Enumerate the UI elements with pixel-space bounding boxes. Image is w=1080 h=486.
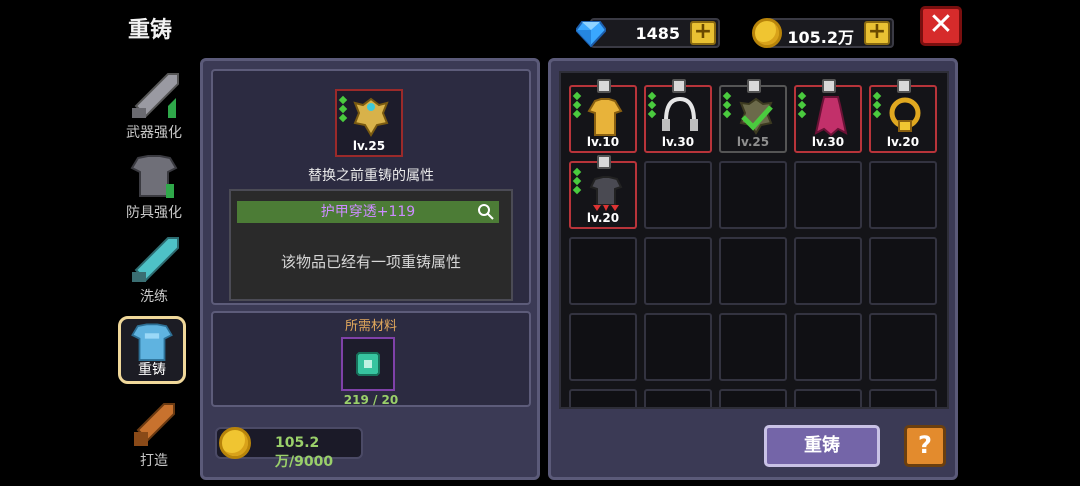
empty-slot[interactable] [569,313,637,381]
item-level: lv.20 [886,135,920,149]
reforge-detail-panel: lv.25 替换之前重铸的属性 护甲穿透+119 该物品已经有一项重铸属性 所需… [200,58,540,480]
add-gems-button[interactable]: + [690,21,716,45]
inventory-slot[interactable]: lv.10 [569,79,637,153]
nav-label-weapon-upgrade: 武器强化 [126,125,182,141]
rarity-pips [722,91,732,120]
rarity-pips [647,91,657,120]
item-level: lv.30 [661,135,695,149]
inventory-slot[interactable]: lv.30 [794,79,862,153]
empty-slot[interactable] [569,389,637,407]
item-level: lv.30 [811,135,845,149]
inventory-panel: lv.10 lv.30 lv.25 lv.30 lv.20 lv.20 [548,58,958,480]
gold-value: 105.2万 [787,28,854,47]
page-title: 重铸 [128,18,173,43]
empty-slot[interactable] [869,313,937,381]
lock-icon[interactable] [597,155,611,169]
existing-attr-notice: 该物品已经有一项重铸属性 [280,253,461,271]
empty-slot[interactable] [794,161,862,229]
sword-upgrade-icon [132,73,179,118]
empty-slot[interactable] [719,389,787,407]
nav-label-refine: 洗练 [140,289,168,305]
inventory-grid[interactable]: lv.10 lv.30 lv.25 lv.30 lv.20 lv.20 [559,71,949,409]
forge-icon [134,403,175,446]
nav-item-armor-upgrade[interactable]: 防具强化 [116,148,192,224]
empty-slot[interactable] [719,313,787,381]
spiked-armor-icon [589,176,623,211]
gold-coin-icon [752,18,782,48]
materials-title: 所需材料 [344,319,397,334]
gem-value: 1485 [635,24,680,43]
nav-item-forge[interactable]: 打造 [116,396,192,472]
empty-slot[interactable] [719,161,787,229]
empty-slot[interactable] [644,313,712,381]
replace-attr-heading: 替换之前重铸的属性 [308,168,434,184]
nav-label-reforge: 重铸 [138,362,166,378]
item-level: lv.10 [586,135,620,149]
rarity-pips [572,167,582,196]
empty-slot[interactable] [644,237,712,305]
nav-item-weapon-upgrade[interactable]: 武器强化 [116,68,192,144]
rarity-pips [338,95,348,124]
diamond-icon [576,21,606,48]
empty-slot[interactable] [869,237,937,305]
reforge-stone-icon [356,352,380,376]
empty-slot[interactable] [569,237,637,305]
reforge-attribute: 护甲穿透+119 [237,201,499,223]
materials-section: 所需材料 219 / 20 [211,311,531,407]
empty-slot[interactable] [794,313,862,381]
headphones-icon [662,96,698,131]
help-button[interactable]: ? [904,425,946,467]
empty-slot[interactable] [644,161,712,229]
inventory-slot[interactable]: lv.30 [644,79,712,153]
nav-item-refine[interactable]: 洗练 [116,232,192,308]
empty-slot[interactable] [644,389,712,407]
add-gold-button[interactable]: + [864,21,890,45]
armor-upgrade-icon [130,155,178,198]
rarity-pips [572,91,582,120]
item-level: lv.25 [736,135,770,149]
selected-checkmark-icon [739,97,773,135]
gem-counter: 1485 + [576,16,720,50]
empty-slot[interactable] [869,389,937,407]
material-count: 219 / 20 [343,393,399,407]
lock-icon[interactable] [597,79,611,93]
lock-icon[interactable] [672,79,686,93]
rarity-pips [797,91,807,120]
nav-item-reforge[interactable]: 重铸 [118,316,186,384]
lock-icon[interactable] [747,79,761,93]
close-button[interactable]: ✕ [920,6,962,46]
item-level: lv.20 [586,211,620,225]
selected-item-level: lv.25 [352,139,386,153]
empty-slot[interactable] [794,389,862,407]
gold-ring-icon [889,97,921,132]
gold-coin-icon [219,427,251,459]
dragon-helmet-icon [353,97,389,137]
material-slot[interactable] [341,337,395,391]
nav-label-forge: 打造 [140,453,168,469]
lock-icon[interactable] [822,79,836,93]
yellow-robe-icon [587,98,623,136]
gold-counter: 105.2万 + [750,16,894,50]
reforge-attribute-text: 护甲穿透+119 [320,204,416,220]
empty-slot[interactable] [719,237,787,305]
selected-item-slot[interactable]: lv.25 [335,89,403,157]
red-cape-icon [814,96,848,137]
attribute-box: 护甲穿透+119 该物品已经有一项重铸属性 [229,189,513,301]
inventory-slot[interactable]: lv.20 [569,155,637,229]
rarity-pips [872,91,882,120]
magnifier-icon[interactable] [477,203,495,221]
reforge-cost: 105.2万/9000 [215,427,363,470]
empty-slot[interactable] [794,237,862,305]
reforge-button[interactable]: 重铸 [764,425,880,467]
lock-icon[interactable] [897,79,911,93]
empty-slot[interactable] [869,161,937,229]
selected-item-section: lv.25 替换之前重铸的属性 护甲穿透+119 该物品已经有一项重铸属性 [211,69,531,305]
refine-icon [132,237,179,282]
inventory-slot-selected[interactable]: lv.25 [719,79,787,153]
nav-label-armor-upgrade: 防具强化 [126,205,182,221]
inventory-slot[interactable]: lv.20 [869,79,937,153]
reforge-cost-value: 105.2万/9000 [275,435,334,470]
